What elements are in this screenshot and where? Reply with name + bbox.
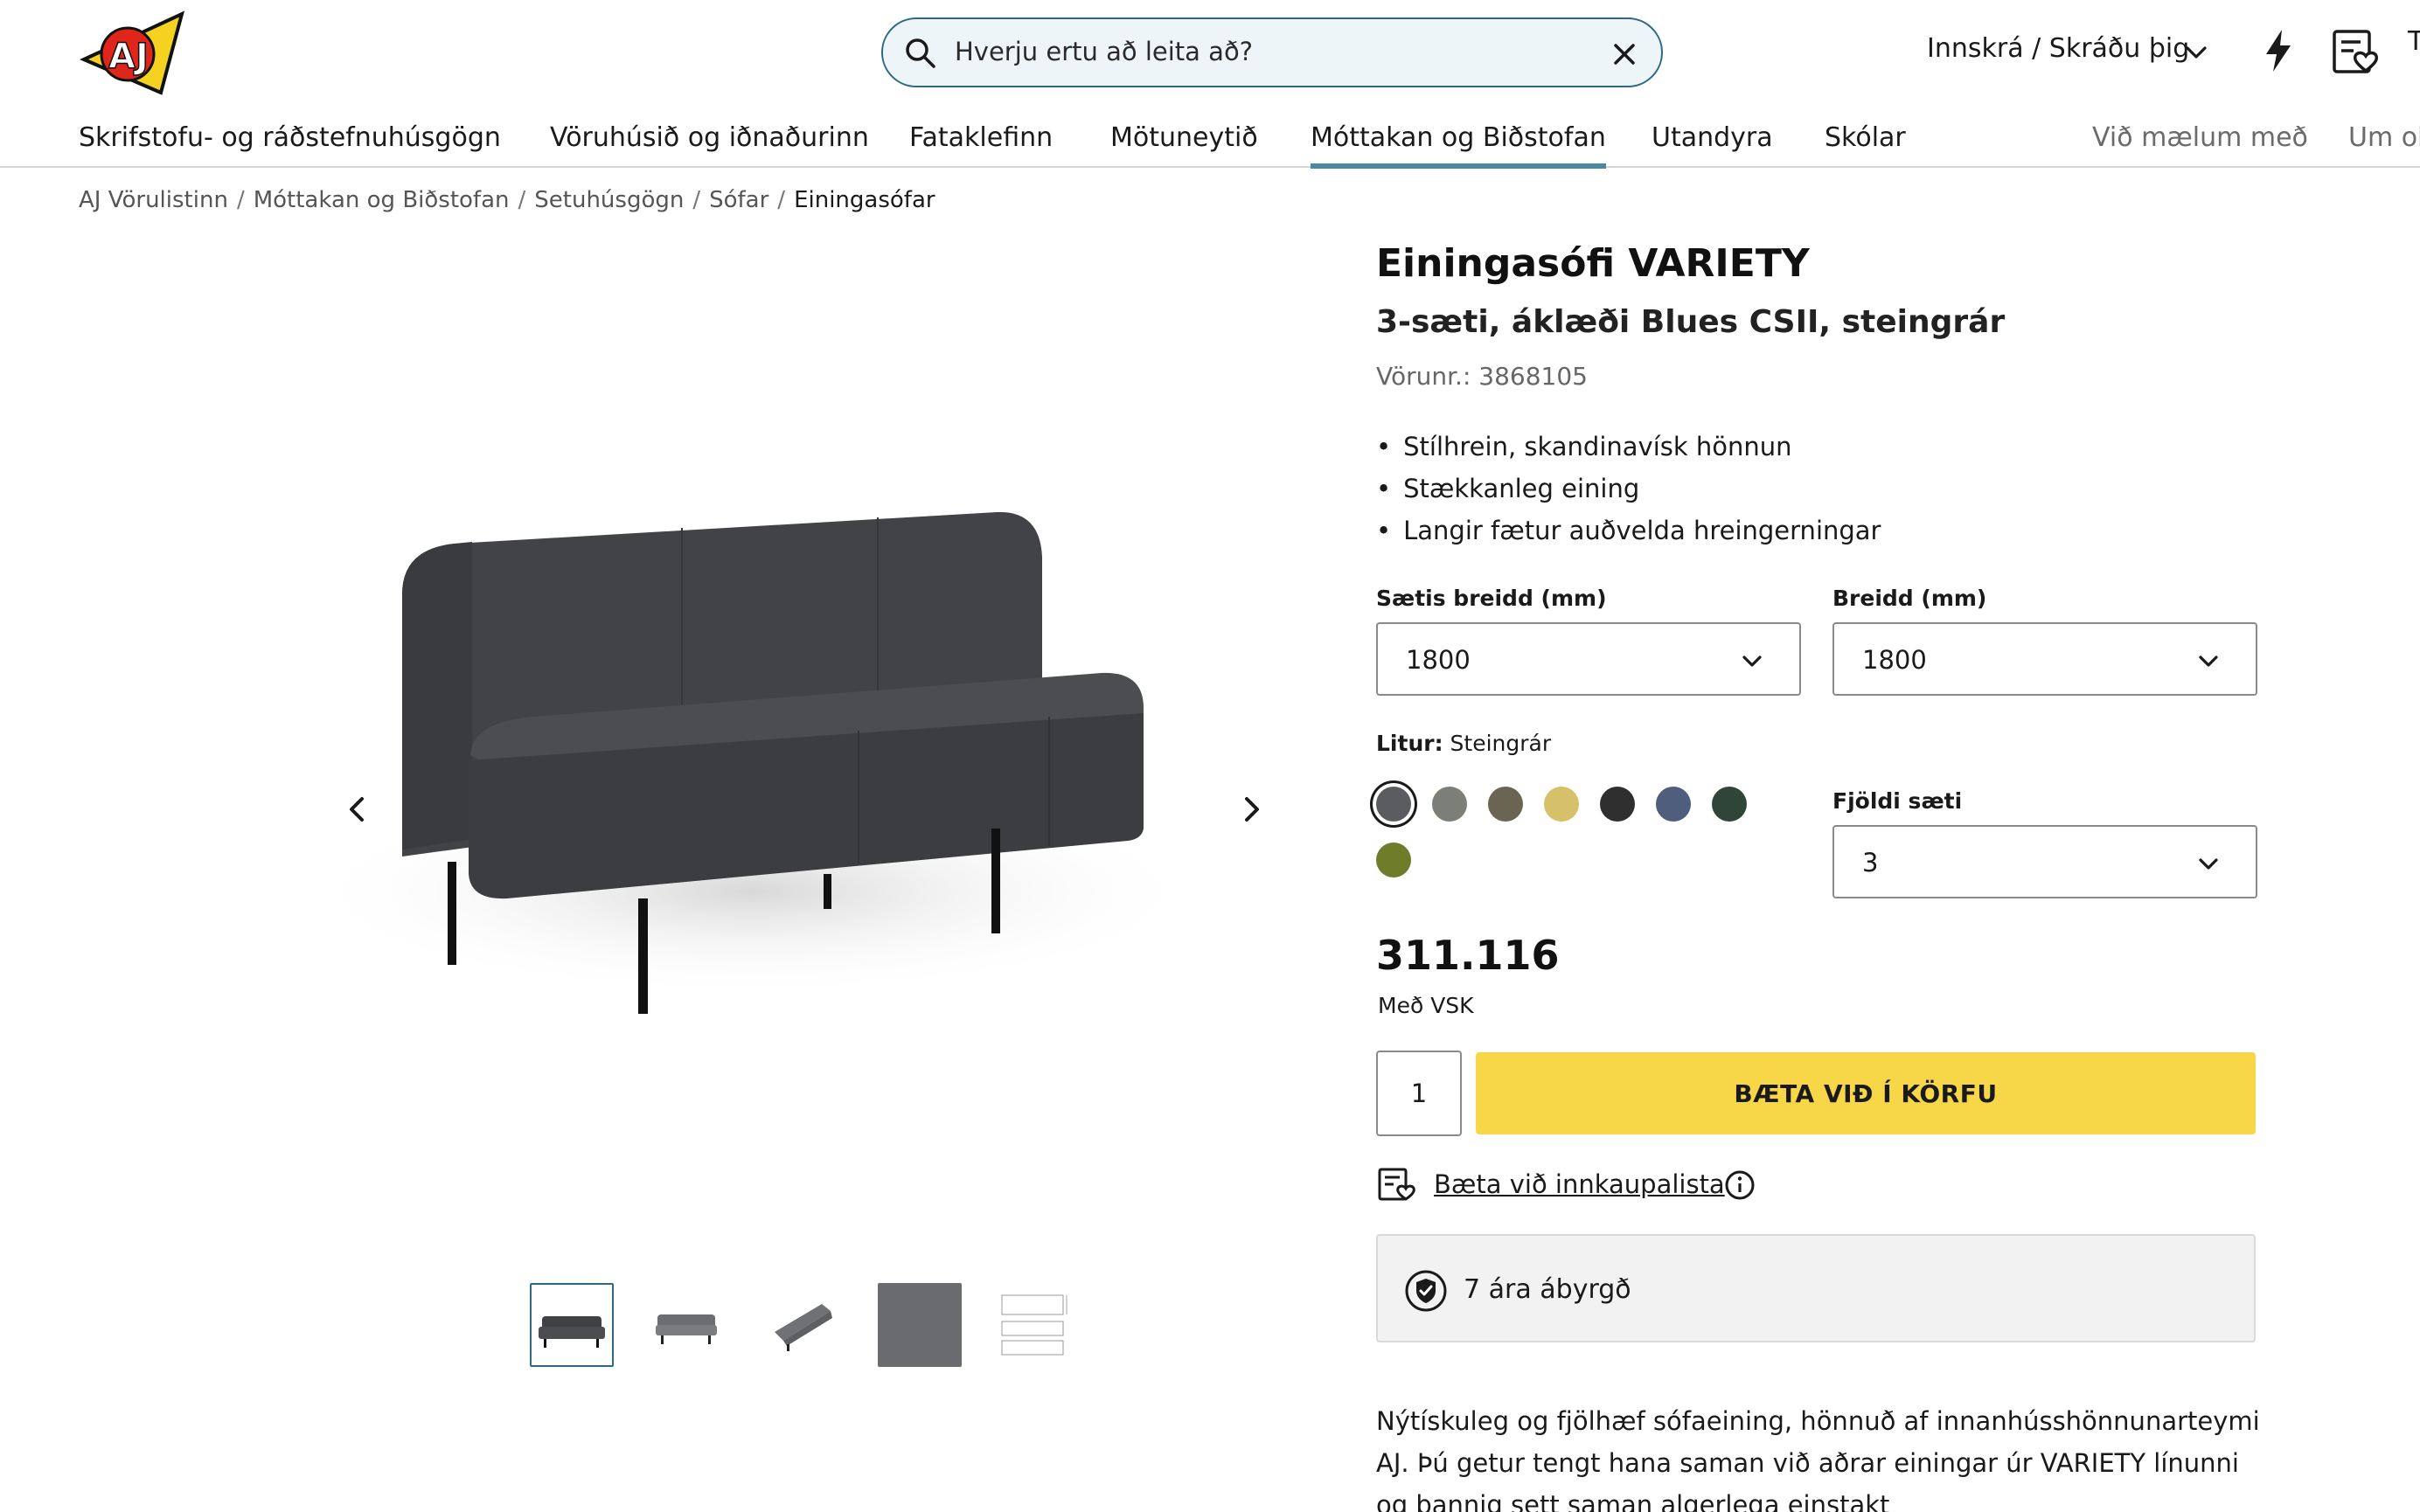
add-to-cart-button[interactable]: BÆTA VIÐ Í KÖRFU xyxy=(1476,1052,2256,1134)
color-swatch[interactable] xyxy=(1600,787,1635,822)
search-icon xyxy=(906,38,935,68)
header-edge-text: T xyxy=(2408,26,2420,57)
nav-item-about[interactable]: Um ok xyxy=(2348,122,2420,153)
seat-width-value: 1800 xyxy=(1406,645,1471,675)
nav-item-schools[interactable]: Skólar xyxy=(1825,122,1906,153)
main-nav: Skrifstofu- og ráðstefnuhúsgögn Vöruhúsi… xyxy=(0,112,2420,169)
thumbnail-sofa-front[interactable] xyxy=(530,1283,614,1367)
shield-check-icon xyxy=(1405,1270,1447,1312)
seat-width-label: Sætis breidd (mm) xyxy=(1376,586,1607,611)
chevron-down-icon xyxy=(2199,858,2218,870)
thumbnail-sofa-side[interactable] xyxy=(645,1283,729,1367)
svg-text:AJ: AJ xyxy=(108,37,149,77)
seats-label: Fjöldi sæti xyxy=(1832,788,1963,814)
width-value: 1800 xyxy=(1862,645,1927,675)
nav-item-outdoor[interactable]: Utandyra xyxy=(1652,122,1773,153)
add-to-list-link[interactable]: Bæta við innkaupalista xyxy=(1434,1169,1725,1199)
lightning-icon[interactable] xyxy=(2259,26,2298,75)
color-swatch[interactable] xyxy=(1488,787,1523,822)
nav-item-cloakroom[interactable]: Fataklefinn xyxy=(909,122,1053,153)
width-label: Breidd (mm) xyxy=(1832,586,1987,611)
thumbnail-sofa-angle[interactable] xyxy=(761,1283,845,1367)
warranty-box: 7 ára ábyrgð xyxy=(1376,1234,2256,1342)
shopping-list-icon[interactable] xyxy=(1376,1166,1420,1204)
color-swatch[interactable] xyxy=(1544,787,1579,822)
vat-label: Með VSK xyxy=(1378,993,1474,1018)
thumbnail-dimension-drawing[interactable] xyxy=(993,1283,1077,1367)
breadcrumb-link[interactable]: Sófar xyxy=(709,187,768,213)
breadcrumb: AJ Vörulistinn / Móttakan og Biðstofan / Set… xyxy=(79,187,935,213)
quantity-field[interactable]: 1 xyxy=(1376,1051,1462,1136)
color-swatch[interactable] xyxy=(1376,843,1411,877)
product-description: Nýtískuleg og fjölhæf sófaeining, hönnuð… xyxy=(1376,1406,2260,1512)
feature-item: Langir fætur auðvelda hreingerningar xyxy=(1376,516,1881,558)
shopping-list-icon[interactable] xyxy=(2329,26,2385,79)
breadcrumb-current: Einingasófar xyxy=(794,187,935,213)
breadcrumb-link[interactable]: AJ Vörulistinn xyxy=(79,187,228,213)
close-icon[interactable] xyxy=(1607,37,1642,72)
color-label-value: Steingrár xyxy=(1450,731,1552,756)
breadcrumb-link[interactable]: Setuhúsgögn xyxy=(534,187,684,213)
chevron-down-icon xyxy=(1742,655,1762,667)
color-swatch[interactable] xyxy=(1656,787,1691,822)
nav-item-office[interactable]: Skrifstofu- og ráðstefnuhúsgögn xyxy=(79,122,501,153)
color-label: Litur: Steingrár xyxy=(1376,731,1551,756)
seats-value: 3 xyxy=(1862,848,1879,877)
color-swatch[interactable] xyxy=(1712,787,1747,822)
search-bar[interactable]: Hverju ertu að leita að? xyxy=(881,17,1663,87)
warranty-label: 7 ára ábyrgð xyxy=(1464,1274,1631,1305)
quantity-value: 1 xyxy=(1410,1079,1428,1108)
nav-item-recommended[interactable]: Við mælum með xyxy=(2092,122,2308,153)
nav-item-warehouse[interactable]: Vöruhúsið og iðnaðurinn xyxy=(550,122,869,153)
color-label-key: Litur: xyxy=(1376,731,1443,756)
info-icon[interactable] xyxy=(1724,1169,1756,1201)
aj-logo[interactable]: AJ xyxy=(77,10,192,96)
product-sku: Vörunr.: 3868105 xyxy=(1376,362,1588,391)
breadcrumb-link[interactable]: Móttakan og Biðstofan xyxy=(254,187,510,213)
product-image xyxy=(297,511,1207,1014)
chevron-down-icon[interactable] xyxy=(2182,38,2210,66)
nav-item-reception[interactable]: Móttakan og Biðstofan xyxy=(1311,122,1606,169)
feature-item: Stækkanleg eining xyxy=(1376,474,1881,516)
seats-select[interactable]: 3 xyxy=(1832,825,2257,898)
feature-item: Stílhrein, skandinavísk hönnun xyxy=(1376,432,1881,474)
product-title: Einingasófi VARIETY xyxy=(1376,241,1810,286)
color-swatch[interactable] xyxy=(1376,787,1411,822)
login-link[interactable]: Innskrá / Skráðu þig xyxy=(1927,33,2189,64)
nav-item-canteen[interactable]: Mötuneytið xyxy=(1110,122,1258,153)
thumbnail-fabric-swatch[interactable] xyxy=(878,1283,962,1367)
search-input[interactable]: Hverju ertu að leita að? xyxy=(955,37,1253,66)
site-header: AJ Hverju ertu að leita að? Innskrá / Sk… xyxy=(0,0,2420,112)
width-select[interactable]: 1800 xyxy=(1832,622,2257,696)
seat-width-select[interactable]: 1800 xyxy=(1376,622,1801,696)
product-subtitle: 3-sæti, áklæði Blues CSII, steingrár xyxy=(1376,304,2006,340)
color-swatch[interactable] xyxy=(1432,787,1467,822)
chevron-down-icon xyxy=(2199,655,2218,667)
feature-list: Stílhrein, skandinavísk hönnun Stækkanle… xyxy=(1376,432,1881,558)
product-price: 311.116 xyxy=(1376,932,1560,979)
